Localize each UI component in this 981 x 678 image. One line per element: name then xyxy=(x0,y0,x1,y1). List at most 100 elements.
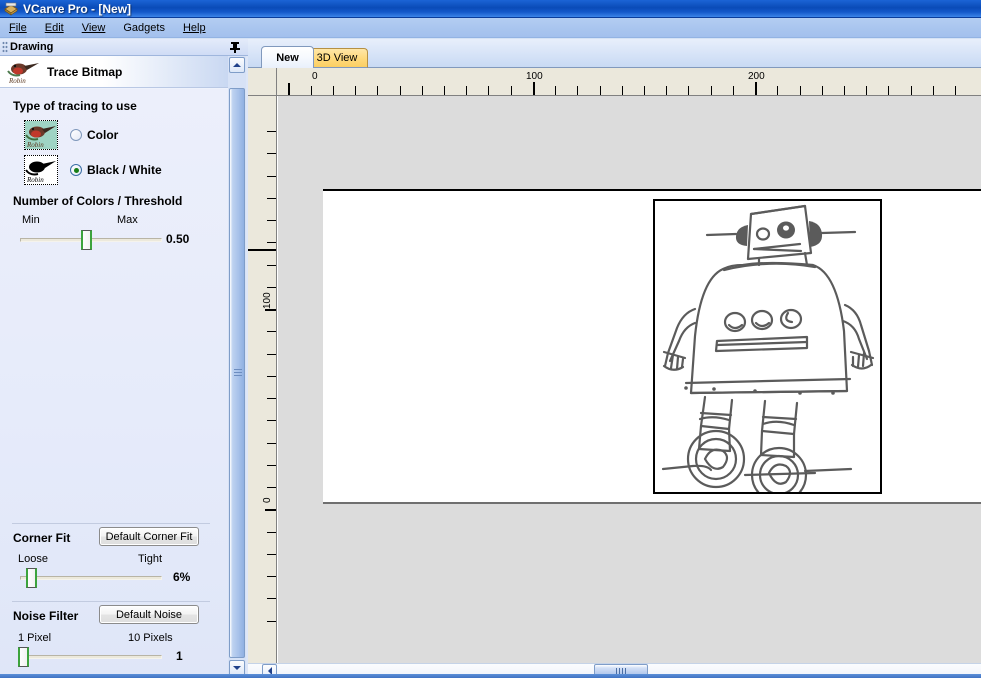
ruler-h-minor-tick xyxy=(711,86,712,95)
pin-icon[interactable] xyxy=(227,40,243,54)
ruler-h-minor-tick xyxy=(511,86,512,95)
ruler-v-minor-tick xyxy=(267,153,276,154)
ruler-h-minor-tick xyxy=(555,86,556,95)
robin-bw-thumb: Robin xyxy=(24,155,58,185)
svg-text:Robin: Robin xyxy=(8,77,26,85)
ruler-v-minor-tick xyxy=(267,131,276,132)
radio-color[interactable] xyxy=(70,129,82,141)
ruler-h-minor-tick xyxy=(622,86,623,95)
tab-new-label: New xyxy=(276,51,299,64)
ruler-h-minor-tick xyxy=(688,86,689,95)
ruler-h-minor-tick xyxy=(577,86,578,95)
radio-black-white[interactable] xyxy=(70,164,82,176)
window-title: VCarve Pro - [New] xyxy=(23,1,132,16)
tab-new[interactable]: New xyxy=(261,46,314,68)
menu-gadgets[interactable]: Gadgets xyxy=(114,20,174,36)
corner-fit-slider-track[interactable] xyxy=(20,576,162,580)
ruler-v-label-100: 100 xyxy=(262,292,273,309)
drawing-panel: Drawing Robin Trace Bitmap Type of traci… xyxy=(0,39,248,678)
corner-fit-slider-knob[interactable] xyxy=(26,568,37,588)
ruler-v-minor-tick xyxy=(267,420,276,421)
ruler-h-minor-tick xyxy=(311,86,312,95)
threshold-min-label: Min xyxy=(22,214,40,226)
ruler-h-label-200: 200 xyxy=(748,71,765,82)
tracing-option-color-row[interactable]: Robin Color xyxy=(24,120,118,150)
noise-max-label: 10 Pixels xyxy=(128,632,173,644)
menu-file[interactable]: File xyxy=(0,20,36,36)
ruler-h-major-tick xyxy=(533,82,535,95)
ruler-v-minor-tick xyxy=(267,465,276,466)
panel-body: Robin Trace Bitmap Type of tracing to us… xyxy=(0,56,228,678)
threshold-slider[interactable]: 0.50 xyxy=(18,229,218,251)
scrollbar-thumb[interactable] xyxy=(229,88,245,658)
ruler-h-major-tick xyxy=(755,82,757,95)
corner-fit-value: 6% xyxy=(173,570,191,584)
noise-filter-value: 1 xyxy=(176,649,183,663)
chevron-up-icon xyxy=(233,63,241,67)
vertical-ruler: 100 0 xyxy=(248,96,277,663)
menu-view[interactable]: View xyxy=(73,20,115,36)
threshold-max-label: Max xyxy=(117,214,138,226)
panel-drag-grip[interactable] xyxy=(2,41,8,53)
ruler-h-minor-tick xyxy=(333,86,334,95)
ruler-v-major-tick xyxy=(265,509,276,511)
ruler-h-minor-tick xyxy=(444,86,445,95)
radio-black-white-label: Black / White xyxy=(87,163,162,177)
traced-bitmap[interactable] xyxy=(653,199,882,494)
ruler-h-minor-tick xyxy=(422,86,423,95)
tracing-option-bw-row[interactable]: Robin Black / White xyxy=(24,155,162,185)
scroll-up-button[interactable] xyxy=(229,57,245,73)
tab-3d-view[interactable]: 3D View xyxy=(306,48,368,68)
title-bar: VCarve Pro - [New] xyxy=(0,0,981,18)
ruler-h-minor-tick xyxy=(911,86,912,95)
ruler-h-minor-tick xyxy=(800,86,801,95)
threshold-slider-knob[interactable] xyxy=(81,230,92,250)
menu-file-label: File xyxy=(9,21,27,34)
menu-help[interactable]: Help xyxy=(174,20,215,36)
ruler-h-label-0: 0 xyxy=(312,71,318,82)
ruler-h-minor-tick xyxy=(955,86,956,95)
ruler-v-minor-tick xyxy=(267,242,276,243)
corner-fit-max-label: Tight xyxy=(138,553,163,565)
panel-title: Drawing xyxy=(10,41,54,53)
status-bar xyxy=(0,674,981,678)
ruler-h-minor-tick xyxy=(866,86,867,95)
panel-header: Drawing xyxy=(0,39,248,56)
panel-vertical-scrollbar[interactable] xyxy=(228,56,246,678)
radio-color-label: Color xyxy=(87,128,119,142)
panel-scroll-content: Type of tracing to use Robin Color Robin… xyxy=(0,89,228,678)
threshold-value: 0.50 xyxy=(166,232,190,246)
ruler-v-minor-tick xyxy=(267,554,276,555)
ruler-v-minor-tick xyxy=(267,443,276,444)
ruler-h-minor-tick xyxy=(355,86,356,95)
divider-corner-fit xyxy=(12,523,210,524)
ruler-v-major-tick xyxy=(265,309,276,311)
ruler-v-minor-tick xyxy=(267,198,276,199)
ruler-v-minor-tick xyxy=(267,621,276,622)
ruler-v-minor-tick xyxy=(267,487,276,488)
robot-line-drawing xyxy=(661,204,875,492)
corner-fit-slider[interactable]: 6% xyxy=(18,567,218,589)
default-corner-fit-label: Default Corner Fit xyxy=(105,530,193,543)
ruler-v-minor-tick xyxy=(267,331,276,332)
noise-filter-slider[interactable]: 1 xyxy=(18,646,218,668)
ruler-v-label-0: 0 xyxy=(262,497,273,503)
noise-min-label: 1 Pixel xyxy=(18,632,52,644)
default-noise-button[interactable]: Default Noise xyxy=(99,605,199,624)
ruler-h-minor-tick xyxy=(933,86,934,95)
design-canvas[interactable] xyxy=(278,96,981,663)
menu-edit[interactable]: Edit xyxy=(36,20,73,36)
ruler-h-minor-tick xyxy=(488,86,489,95)
ruler-h-minor-tick xyxy=(733,86,734,95)
menu-view-label: View xyxy=(81,21,106,34)
app-icon xyxy=(3,2,19,16)
tab-strip: New 3D View xyxy=(248,39,981,68)
noise-filter-slider-knob[interactable] xyxy=(18,647,29,667)
ruler-v-minor-tick xyxy=(267,398,276,399)
scrollbar-grip xyxy=(234,369,242,377)
noise-filter-slider-track[interactable] xyxy=(20,655,162,659)
default-noise-label: Default Noise xyxy=(115,608,183,621)
ruler-v-minor-tick xyxy=(267,376,276,377)
ruler-h-minor-tick xyxy=(844,86,845,95)
default-corner-fit-button[interactable]: Default Corner Fit xyxy=(99,527,199,546)
